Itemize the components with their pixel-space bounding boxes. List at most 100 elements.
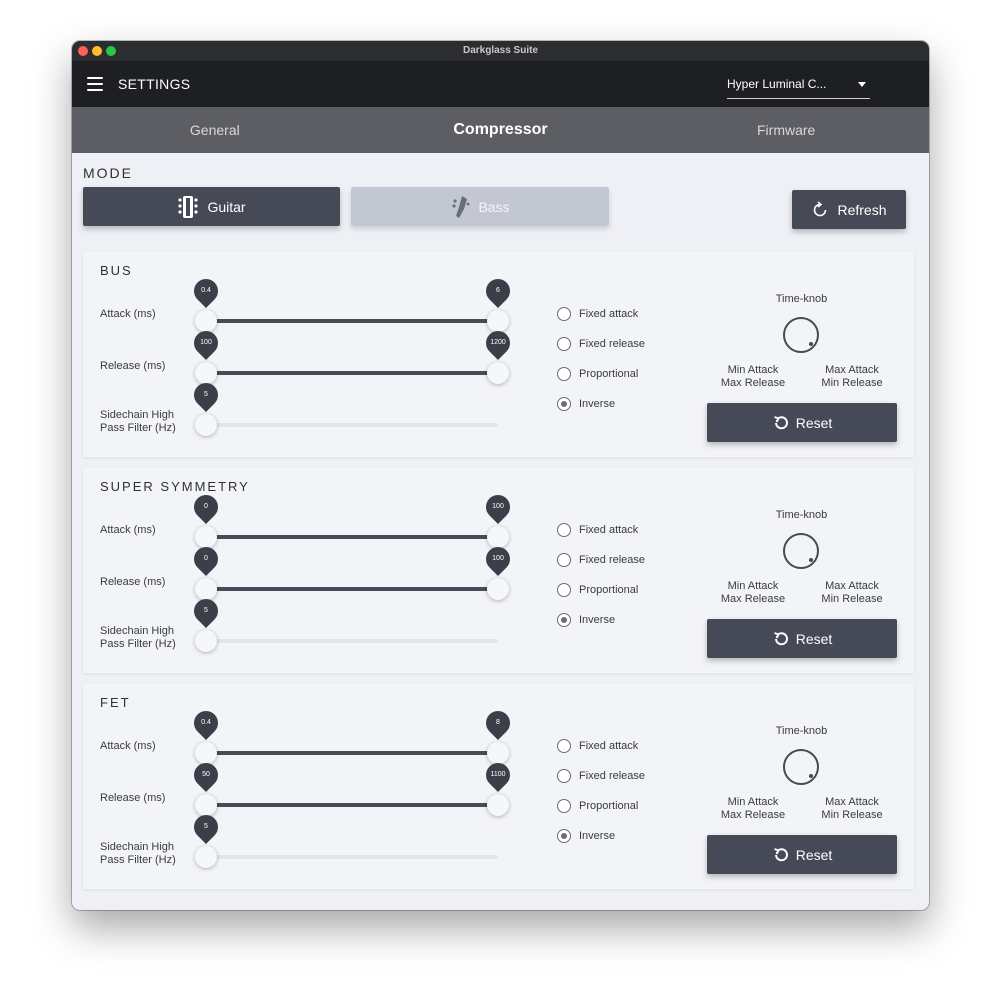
knob-max-line: Max Attack <box>825 580 879 592</box>
slider-label-line: Attack (ms) <box>100 740 156 752</box>
time-knob[interactable] <box>783 533 819 569</box>
slider-label-line: Release (ms) <box>100 792 166 804</box>
radio-button[interactable] <box>557 829 571 843</box>
guitar-mode-label: Guitar <box>207 198 246 215</box>
undo-reset-icon <box>773 631 788 645</box>
reset-label: Reset <box>795 630 833 647</box>
slider-thumb-low[interactable] <box>195 794 217 816</box>
slider-label: Release (ms) <box>100 360 165 373</box>
reset-button[interactable]: Reset <box>707 403 897 442</box>
slider-thumb[interactable] <box>195 414 217 436</box>
hamburger-menu-icon[interactable] <box>87 77 103 91</box>
tab-general[interactable]: General <box>72 107 358 153</box>
slider-value: 5 <box>204 391 208 398</box>
slider-thumb-low[interactable] <box>195 362 217 384</box>
radio-option-fixed-release[interactable]: Fixed release <box>557 768 645 784</box>
slider-track[interactable] <box>206 423 498 427</box>
minimize-window-button[interactable] <box>92 46 102 56</box>
slider-label-line: Sidechain High <box>100 625 174 637</box>
radio-option-fixed-release[interactable]: Fixed release <box>557 336 645 352</box>
slider-fill <box>206 587 498 591</box>
slider-low-value: 0 <box>204 503 208 510</box>
radio-button[interactable] <box>557 523 571 537</box>
time-knob[interactable] <box>783 749 819 785</box>
close-window-button[interactable] <box>78 46 88 56</box>
slider-thumb-high[interactable] <box>487 578 509 600</box>
slider-fill <box>206 751 498 755</box>
tab-firmware[interactable]: Firmware <box>643 107 929 153</box>
radio-option-proportional[interactable]: Proportional <box>557 798 638 814</box>
knob-min-label: Min Attack Max Release <box>718 580 788 606</box>
undo-reset-icon <box>773 847 788 861</box>
radio-button[interactable] <box>557 739 571 753</box>
radio-label: Proportional <box>579 584 639 596</box>
slider-thumb-low[interactable] <box>195 526 217 548</box>
knob-max-label: Max Attack Min Release <box>817 796 887 822</box>
reset-button[interactable]: Reset <box>707 835 897 874</box>
slider-fill <box>206 371 498 375</box>
bass-headstock-icon <box>452 195 470 218</box>
knob-min-line: Max Release <box>720 377 786 389</box>
radio-option-fixed-attack[interactable]: Fixed attack <box>557 306 638 322</box>
slider-thumb-high[interactable] <box>487 526 509 548</box>
slider-label: Sidechain High Pass Filter (Hz) <box>100 625 176 651</box>
mode-label: MODE <box>83 165 133 181</box>
slider-thumb-low[interactable] <box>195 578 217 600</box>
slider-high-value: 8 <box>496 719 500 726</box>
slider-thumb-high[interactable] <box>487 742 509 764</box>
radio-button[interactable] <box>557 307 571 321</box>
radio-button[interactable] <box>557 397 571 411</box>
slider-label-line: Sidechain High <box>100 409 174 421</box>
slider-thumb-high[interactable] <box>487 310 509 332</box>
slider-label: Sidechain High Pass Filter (Hz) <box>100 409 176 435</box>
radio-button[interactable] <box>557 613 571 627</box>
slider-thumb-high[interactable] <box>487 362 509 384</box>
radio-button[interactable] <box>557 367 571 381</box>
radio-button[interactable] <box>557 553 571 567</box>
slider-thumb-low[interactable] <box>195 310 217 332</box>
radio-option-fixed-attack[interactable]: Fixed attack <box>557 522 638 538</box>
slider-thumb[interactable] <box>195 630 217 652</box>
slider-high-value: 100 <box>492 555 504 562</box>
radio-option-proportional[interactable]: Proportional <box>557 366 638 382</box>
knob-indicator <box>809 774 813 778</box>
radio-button[interactable] <box>557 583 571 597</box>
zoom-window-button[interactable] <box>106 46 116 56</box>
slider-track[interactable] <box>206 855 498 859</box>
time-knob[interactable] <box>783 317 819 353</box>
slider-thumb-low[interactable] <box>195 742 217 764</box>
knob-max-label: Max Attack Min Release <box>817 580 887 606</box>
radio-button[interactable] <box>557 769 571 783</box>
app-window: Darkglass Suite SETTINGS Hyper Luminal C… <box>72 41 929 910</box>
knob-indicator <box>809 342 813 346</box>
radio-option-proportional[interactable]: Proportional <box>557 582 638 598</box>
radio-button[interactable] <box>557 337 571 351</box>
slider-high-value: 1200 <box>490 339 506 346</box>
slider-thumb[interactable] <box>195 846 217 868</box>
knob-max-line: Min Release <box>821 593 883 605</box>
guitar-mode-button[interactable]: Guitar <box>83 187 340 226</box>
radio-option-inverse[interactable]: Inverse <box>557 828 615 844</box>
app-bar: SETTINGS Hyper Luminal C... <box>72 61 929 107</box>
slider-thumb-high[interactable] <box>487 794 509 816</box>
refresh-button[interactable]: Refresh <box>792 190 906 229</box>
slider-label-line: Sidechain High <box>100 841 174 853</box>
device-select[interactable]: Hyper Luminal C... <box>727 73 870 99</box>
slider-label: Release (ms) <box>100 576 165 589</box>
radio-option-fixed-release[interactable]: Fixed release <box>557 552 645 568</box>
slider-high-value: 100 <box>492 503 504 510</box>
tab-compressor[interactable]: Compressor <box>358 107 644 153</box>
bass-mode-button[interactable]: Bass <box>351 187 609 226</box>
knob-min-line: Min Attack <box>727 796 779 808</box>
slider-high-value: 6 <box>496 287 500 294</box>
radio-label: Proportional <box>579 800 639 812</box>
radio-option-fixed-attack[interactable]: Fixed attack <box>557 738 638 754</box>
slider-value: 5 <box>204 823 208 830</box>
radio-option-inverse[interactable]: Inverse <box>557 396 615 412</box>
slider-track[interactable] <box>206 639 498 643</box>
radio-option-inverse[interactable]: Inverse <box>557 612 615 628</box>
reset-button[interactable]: Reset <box>707 619 897 658</box>
tab-bar: General Compressor Firmware <box>72 107 929 153</box>
bass-mode-label: Bass <box>478 198 510 215</box>
radio-button[interactable] <box>557 799 571 813</box>
